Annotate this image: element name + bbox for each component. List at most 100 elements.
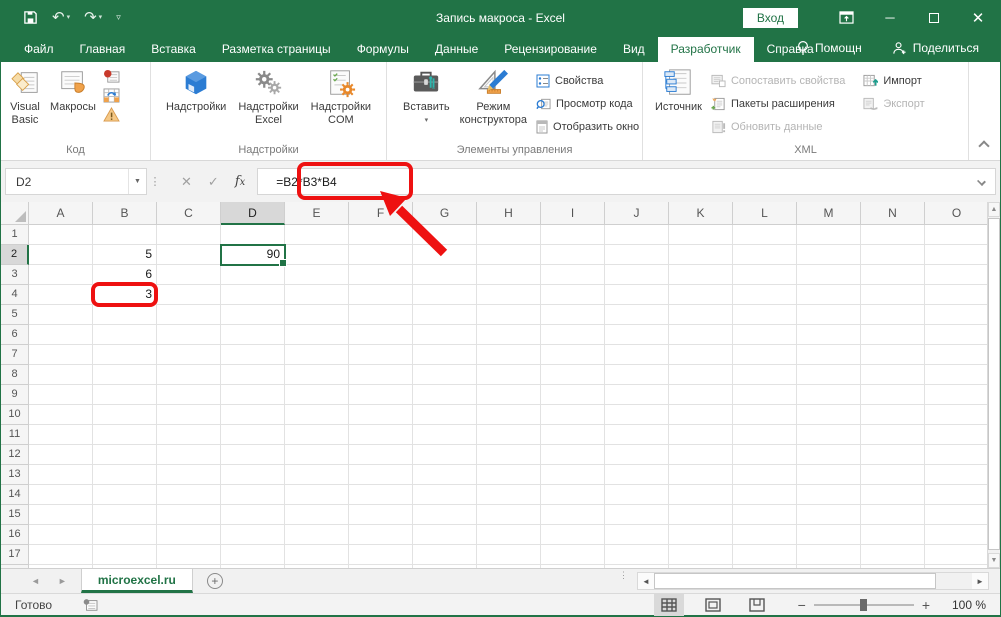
cell-E9[interactable] xyxy=(285,385,349,405)
cell-M13[interactable] xyxy=(797,465,861,485)
row-header-7[interactable]: 7 xyxy=(1,345,29,365)
cell-E11[interactable] xyxy=(285,425,349,445)
column-header-N[interactable]: N xyxy=(861,202,925,225)
row-header-14[interactable]: 14 xyxy=(1,485,29,505)
cell-D10[interactable] xyxy=(221,405,285,425)
collapse-ribbon-icon[interactable] xyxy=(978,140,990,152)
cell-K4[interactable] xyxy=(669,285,733,305)
cell-K12[interactable] xyxy=(669,445,733,465)
cell-F2[interactable] xyxy=(349,245,413,265)
tab-developer[interactable]: Разработчик xyxy=(657,37,754,62)
cell-I9[interactable] xyxy=(541,385,605,405)
cell-I10[interactable] xyxy=(541,405,605,425)
tab-insert[interactable]: Вставка xyxy=(138,37,209,62)
cell-N12[interactable] xyxy=(861,445,925,465)
cell-E3[interactable] xyxy=(285,265,349,285)
cell-L5[interactable] xyxy=(733,305,797,325)
cell-C13[interactable] xyxy=(157,465,221,485)
cell-D3[interactable] xyxy=(221,265,285,285)
cell-B4[interactable]: 3 xyxy=(91,282,158,307)
cell-M3[interactable] xyxy=(797,265,861,285)
vertical-scrollbar[interactable]: ▲ ▼ xyxy=(987,202,1000,568)
cell-N1[interactable] xyxy=(861,225,925,245)
visual-basic-button[interactable]: Visual Basic xyxy=(6,65,44,130)
cell-F16[interactable] xyxy=(349,525,413,545)
cell-L2[interactable] xyxy=(733,245,797,265)
cell-K13[interactable] xyxy=(669,465,733,485)
cell-G5[interactable] xyxy=(413,305,477,325)
cell-O8[interactable] xyxy=(925,365,989,385)
cell-F5[interactable] xyxy=(349,305,413,325)
cell-C14[interactable] xyxy=(157,485,221,505)
cell-K2[interactable] xyxy=(669,245,733,265)
view-code-button[interactable]: Просмотр кода xyxy=(532,93,643,114)
cell-K5[interactable] xyxy=(669,305,733,325)
cell-B5[interactable] xyxy=(93,305,157,325)
insert-function-icon[interactable]: fx xyxy=(235,174,245,189)
minimize-button[interactable]: ─ xyxy=(868,0,912,35)
tab-home[interactable]: Главная xyxy=(67,37,139,62)
cell-C15[interactable] xyxy=(157,505,221,525)
cell-J15[interactable] xyxy=(605,505,669,525)
cell-E10[interactable] xyxy=(285,405,349,425)
cell-O17[interactable] xyxy=(925,545,989,565)
scroll-right-icon[interactable]: ► xyxy=(972,573,988,589)
cell-N15[interactable] xyxy=(861,505,925,525)
page-layout-view-button[interactable] xyxy=(698,594,728,616)
column-header-A[interactable]: A xyxy=(29,202,93,225)
column-header-K[interactable]: K xyxy=(669,202,733,225)
cell-L15[interactable] xyxy=(733,505,797,525)
cell-C3[interactable] xyxy=(157,265,221,285)
cell-A12[interactable] xyxy=(29,445,93,465)
cell-J16[interactable] xyxy=(605,525,669,545)
cell-I1[interactable] xyxy=(541,225,605,245)
cell-A6[interactable] xyxy=(29,325,93,345)
cell-K3[interactable] xyxy=(669,265,733,285)
row-header-6[interactable]: 6 xyxy=(1,325,29,345)
zoom-slider[interactable] xyxy=(813,598,914,611)
cell-A14[interactable] xyxy=(29,485,93,505)
cell-G16[interactable] xyxy=(413,525,477,545)
cell-K7[interactable] xyxy=(669,345,733,365)
cell-F14[interactable] xyxy=(349,485,413,505)
cell-N13[interactable] xyxy=(861,465,925,485)
cell-J13[interactable] xyxy=(605,465,669,485)
cell-M6[interactable] xyxy=(797,325,861,345)
expand-formula-bar-icon[interactable] xyxy=(977,177,986,186)
column-header-B[interactable]: B xyxy=(93,202,157,225)
import-button[interactable]: Импорт xyxy=(859,70,928,91)
cell-K8[interactable] xyxy=(669,365,733,385)
cell-A13[interactable] xyxy=(29,465,93,485)
vertical-scroll-thumb[interactable] xyxy=(988,218,1000,550)
cell-F3[interactable] xyxy=(349,265,413,285)
row-header-11[interactable]: 11 xyxy=(1,425,29,445)
cell-M7[interactable] xyxy=(797,345,861,365)
cell-C8[interactable] xyxy=(157,365,221,385)
cell-L9[interactable] xyxy=(733,385,797,405)
row-header-5[interactable]: 5 xyxy=(1,305,29,325)
cell-D16[interactable] xyxy=(221,525,285,545)
close-button[interactable]: ✕ xyxy=(956,0,1000,35)
cell-H12[interactable] xyxy=(477,445,541,465)
cell-C12[interactable] xyxy=(157,445,221,465)
cell-H16[interactable] xyxy=(477,525,541,545)
tab-page-layout[interactable]: Разметка страницы xyxy=(209,37,344,62)
cell-N9[interactable] xyxy=(861,385,925,405)
cell-C11[interactable] xyxy=(157,425,221,445)
tab-review[interactable]: Рецензирование xyxy=(491,37,610,62)
cell-H13[interactable] xyxy=(477,465,541,485)
cell-N11[interactable] xyxy=(861,425,925,445)
cell-H3[interactable] xyxy=(477,265,541,285)
cell-C17[interactable] xyxy=(157,545,221,565)
cell-G7[interactable] xyxy=(413,345,477,365)
cell-G15[interactable] xyxy=(413,505,477,525)
cell-D9[interactable] xyxy=(221,385,285,405)
cell-I16[interactable] xyxy=(541,525,605,545)
cell-I7[interactable] xyxy=(541,345,605,365)
cell-E13[interactable] xyxy=(285,465,349,485)
cell-D2[interactable]: 90 xyxy=(220,244,287,267)
insert-control-button[interactable]: Вставить ▾ xyxy=(399,65,454,127)
cell-N2[interactable] xyxy=(861,245,925,265)
cell-H14[interactable] xyxy=(477,485,541,505)
cell-J3[interactable] xyxy=(605,265,669,285)
